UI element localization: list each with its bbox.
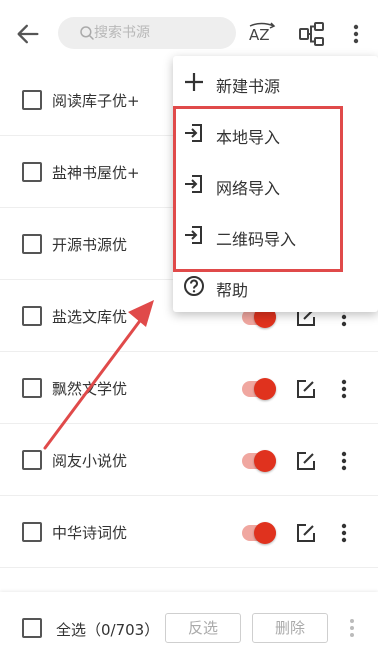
plus-icon [185,73,203,91]
select-all-checkbox[interactable] [22,618,42,638]
edit-icon[interactable] [294,521,318,545]
source-name: 阅读库子优+ [52,92,140,110]
back-arrow-icon[interactable] [14,20,42,48]
edit-icon[interactable] [294,449,318,473]
source-name: 盐选文库优 [52,308,128,326]
row-more-icon[interactable] [332,377,356,401]
menu-item-new-source[interactable]: 新建书源 [173,58,378,108]
delete-button[interactable]: 删除 [252,613,328,643]
bottom-more-icon[interactable] [342,616,362,640]
list-item[interactable]: 飘然文学优 [0,352,378,424]
menu-item-label: 新建书源 [216,77,281,96]
source-name: 中华诗词优 [52,524,128,542]
list-item[interactable]: 阅友小说优 [0,424,378,496]
source-checkbox[interactable] [22,378,42,398]
group-icon[interactable] [298,20,326,48]
svg-text:AZ: AZ [249,26,270,44]
more-vert-icon[interactable] [342,20,370,48]
list-item[interactable]: 中华诗词优 [0,496,378,568]
source-name: 飘然文学优 [52,380,128,398]
source-name: 盐神书屋优+ [52,164,140,182]
menu-item-label: 帮助 [216,281,249,300]
help-icon [184,276,204,296]
enable-switch[interactable] [254,522,276,544]
source-checkbox[interactable] [22,90,42,110]
enable-switch[interactable] [254,378,276,400]
source-name: 阅友小说优 [52,452,128,470]
row-more-icon[interactable] [332,521,356,545]
source-checkbox[interactable] [22,162,42,182]
sort-az-icon[interactable]: AZ [248,20,276,48]
source-checkbox[interactable] [22,450,42,470]
search-input[interactable] [94,17,230,49]
edit-icon[interactable] [294,377,318,401]
source-name: 开源书源优 [52,236,128,254]
annotation-highlight-box [173,106,343,272]
source-checkbox[interactable] [22,234,42,254]
search-icon [80,26,94,40]
enable-switch[interactable] [254,450,276,472]
select-all-label[interactable]: 全选（0/703） [56,619,159,640]
source-checkbox[interactable] [22,522,42,542]
invert-selection-button[interactable]: 反选 [165,613,241,643]
row-more-icon[interactable] [332,449,356,473]
top-app-bar: AZ [0,0,378,64]
source-checkbox[interactable] [22,306,42,326]
